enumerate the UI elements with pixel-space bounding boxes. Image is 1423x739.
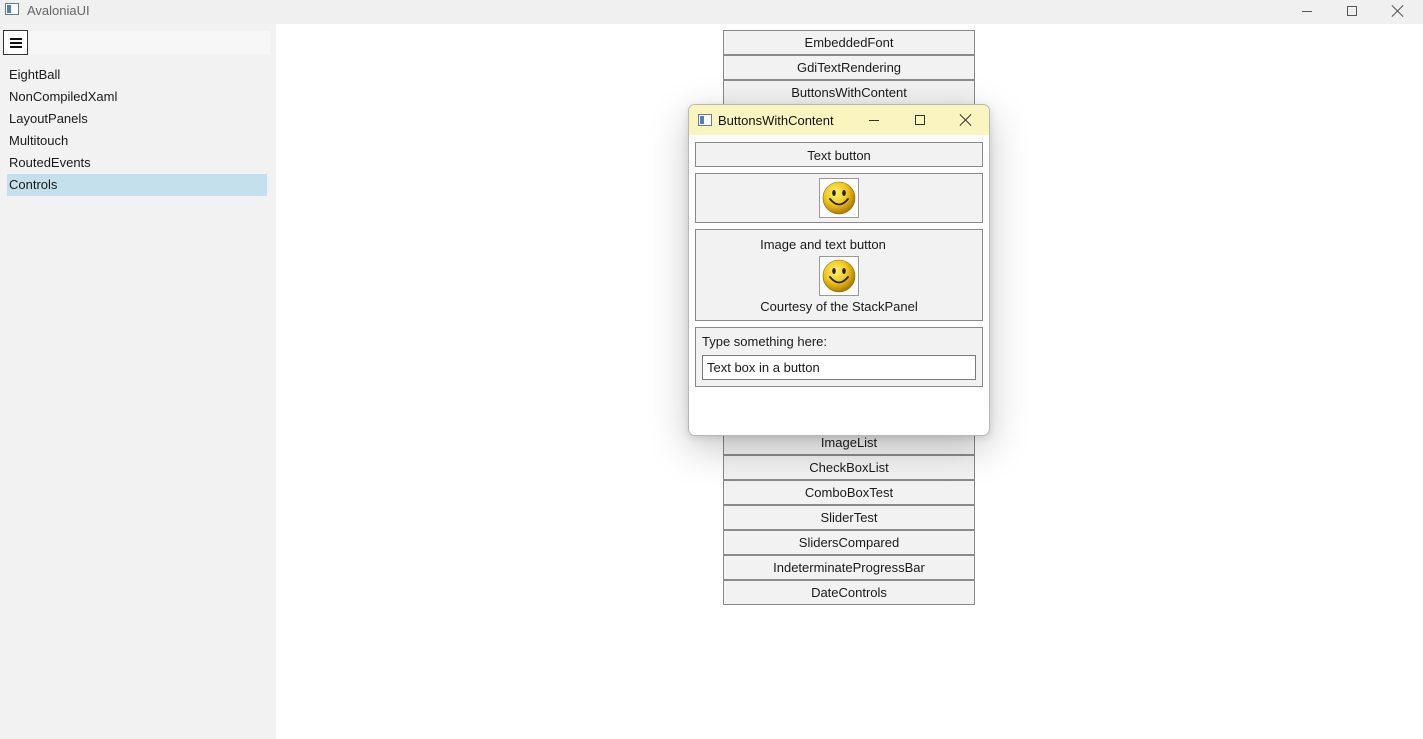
- dialog-minimize-button[interactable]: [859, 109, 889, 131]
- dialog-maximize-button[interactable]: [905, 109, 935, 131]
- sidebar-item-layoutpanels[interactable]: LayoutPanels: [7, 108, 267, 130]
- demo-button-comboboxtest[interactable]: ComboBoxTest: [723, 480, 975, 505]
- sidebar-item-multitouch[interactable]: Multitouch: [7, 130, 267, 152]
- demo-button-datecontrols[interactable]: DateControls: [723, 580, 975, 605]
- close-button[interactable]: [1375, 0, 1421, 22]
- demo-button-checkboxlist[interactable]: CheckBoxList: [723, 455, 975, 480]
- hamburger-icon: [9, 38, 22, 48]
- image-text-button-top-label: Image and text button: [760, 237, 886, 252]
- close-icon: [960, 114, 972, 126]
- text-button-label: Text button: [807, 148, 871, 163]
- sidebar-header: [30, 31, 270, 54]
- minimize-icon: [869, 119, 879, 121]
- sidebar-item-routedevents[interactable]: RoutedEvents: [7, 152, 267, 174]
- text-button[interactable]: Text button: [695, 142, 983, 167]
- textbox-prompt: Type something here:: [702, 334, 828, 349]
- maximize-button[interactable]: [1329, 0, 1375, 22]
- sidebar-item-eightball[interactable]: EightBall: [7, 64, 267, 86]
- sidebar: EightBall NonCompiledXaml LayoutPanels M…: [0, 24, 276, 739]
- demo-button-embeddedfont[interactable]: EmbeddedFont: [723, 30, 975, 55]
- demo-button-slidertest[interactable]: SliderTest: [723, 505, 975, 530]
- sidebar-item-noncompiledxaml[interactable]: NonCompiledXaml: [7, 86, 267, 108]
- minimize-button[interactable]: [1284, 0, 1330, 22]
- sidebar-item-controls[interactable]: Controls: [7, 174, 267, 196]
- textbox-in-button[interactable]: [702, 355, 976, 380]
- dialog-window-icon: [698, 114, 712, 126]
- maximize-icon: [915, 115, 925, 125]
- demo-button-indeterminateprogressbar[interactable]: IndeterminateProgressBar: [723, 555, 975, 580]
- dialog-titlebar[interactable]: ButtonsWithContent: [689, 105, 989, 135]
- close-icon: [1392, 5, 1404, 17]
- demo-button-sliderscompared[interactable]: SlidersCompared: [723, 530, 975, 555]
- demo-button-buttonswithcontent[interactable]: ButtonsWithContent: [723, 80, 975, 105]
- buttons-with-content-dialog: ButtonsWithContent Text button Image and…: [688, 104, 990, 436]
- image-text-button-bottom-label: Courtesy of the StackPanel: [760, 299, 918, 314]
- maximize-icon: [1347, 6, 1357, 16]
- window-title: AvaloniaUI: [27, 3, 90, 18]
- smiley-icon: [819, 256, 859, 296]
- window-titlebar[interactable]: AvaloniaUI: [0, 0, 1423, 24]
- image-button[interactable]: [695, 173, 983, 223]
- textbox-button[interactable]: Type something here:: [695, 327, 983, 387]
- menu-toggle-button[interactable]: [3, 30, 28, 55]
- minimize-icon: [1302, 10, 1312, 12]
- dialog-title: ButtonsWithContent: [718, 113, 834, 128]
- image-text-button[interactable]: Image and text button Courtesy of the St…: [695, 229, 983, 321]
- dialog-close-button[interactable]: [951, 109, 981, 131]
- smiley-icon: [819, 178, 859, 218]
- demo-button-gditextrendering[interactable]: GdiTextRendering: [723, 55, 975, 80]
- app-window-icon: [5, 3, 19, 15]
